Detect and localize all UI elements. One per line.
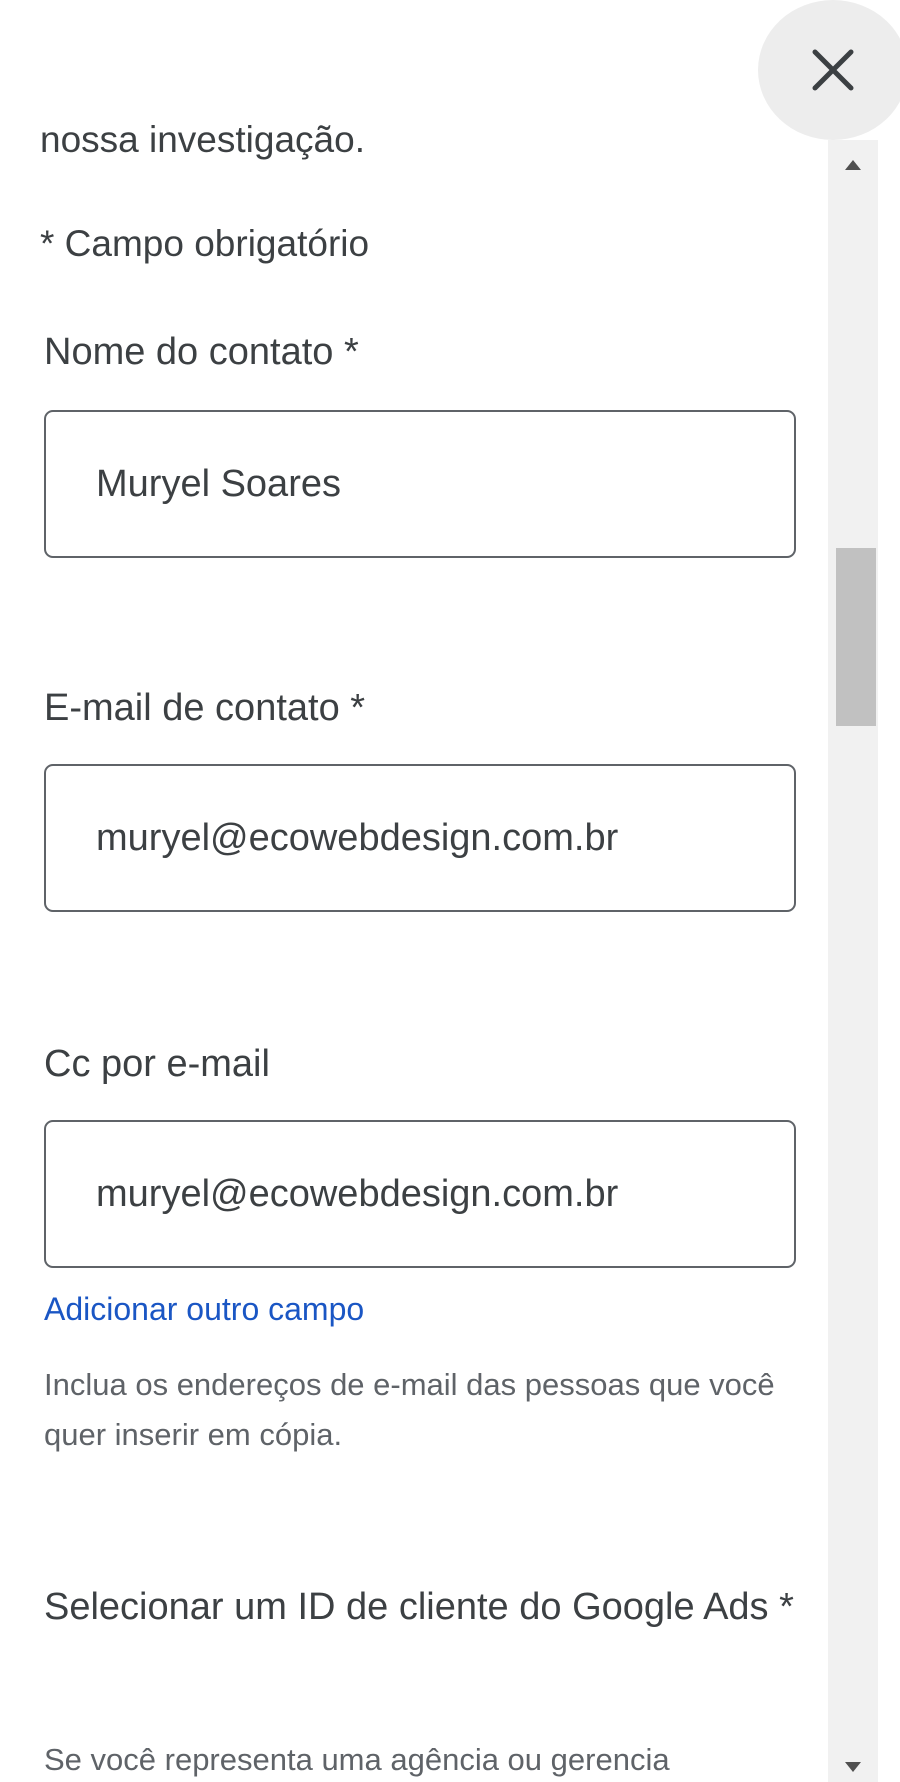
scrollbar[interactable] — [828, 140, 878, 1782]
close-button[interactable] — [758, 0, 900, 140]
cc-email-input[interactable]: muryel@ecowebdesign.com.br — [44, 1120, 796, 1268]
contact-email-input[interactable]: muryel@ecowebdesign.com.br — [44, 764, 796, 912]
contact-name-input[interactable]: Muryel Soares — [44, 410, 796, 558]
cc-email-label: Cc por e-mail — [44, 1043, 270, 1085]
cc-help-text: Inclua os endereços de e-mail das pessoa… — [44, 1367, 775, 1452]
scroll-up-arrow-icon[interactable] — [828, 150, 878, 180]
contact-email-label: E-mail de contato * — [44, 687, 366, 729]
add-field-link[interactable]: Adicionar outro campo — [44, 1290, 364, 1328]
scroll-down-arrow-icon[interactable] — [828, 1752, 878, 1782]
scroll-thumb[interactable] — [836, 548, 876, 726]
ads-customer-id-label: Selecionar um ID de cliente do Google Ad… — [44, 1586, 794, 1628]
contact-name-label: Nome do contato * — [44, 331, 359, 373]
support-form-panel: nossa investigação. * Campo obrigatório … — [0, 0, 900, 1782]
ads-help-text: Se você representa uma agência ou gerenc… — [44, 1742, 670, 1777]
intro-cut-text: nossa investigação. — [40, 119, 365, 160]
close-icon — [812, 49, 854, 91]
required-field-note: * Campo obrigatório — [40, 223, 370, 264]
